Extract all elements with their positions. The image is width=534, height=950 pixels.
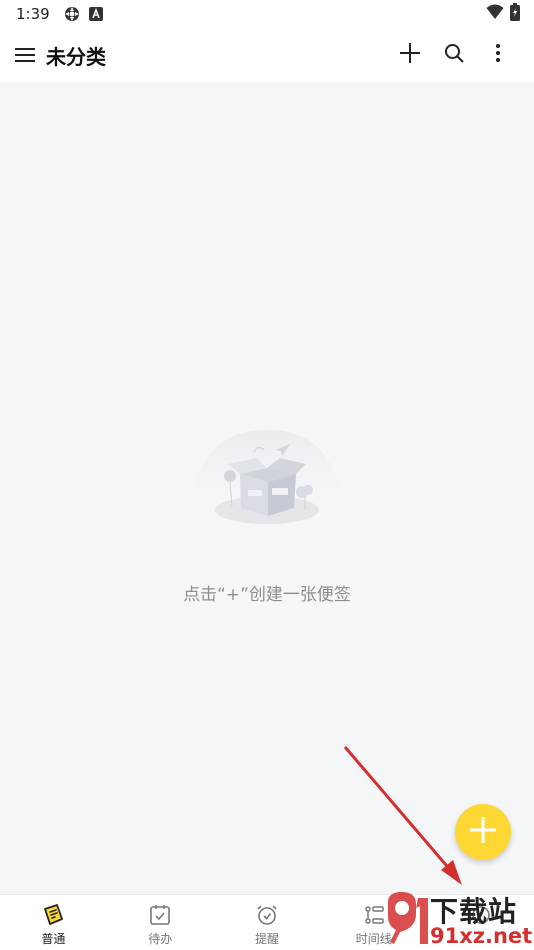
status-bar: 1:39 <box>0 0 534 28</box>
more-options-button[interactable] <box>476 33 520 77</box>
alarm-icon <box>254 902 280 928</box>
watermark-url: 91xz.net <box>430 924 533 948</box>
tab-label: 待办 <box>148 932 173 946</box>
tab-todo[interactable]: 待办 <box>107 895 214 950</box>
calendar-check-icon <box>147 902 173 928</box>
plus-icon <box>468 815 498 849</box>
tab-normal[interactable]: 普通 <box>0 895 107 950</box>
empty-state-message: 点击“+”创建一张便签 <box>183 585 351 605</box>
note-list-area[interactable]: 点击“+”创建一张便签 <box>0 82 534 894</box>
tab-label: 普通 <box>41 932 66 946</box>
a-badge-icon <box>88 6 104 22</box>
add-button[interactable] <box>388 33 432 77</box>
hamburger-icon[interactable] <box>14 44 36 66</box>
add-icon <box>400 43 420 67</box>
empty-box-illustration-icon <box>184 430 350 550</box>
wifi-icon <box>486 4 504 24</box>
battery-icon <box>510 3 520 25</box>
tab-label: 提醒 <box>254 932 279 946</box>
status-time: 1:39 <box>16 5 50 23</box>
create-note-fab[interactable] <box>455 804 511 860</box>
settings-icon <box>64 6 80 22</box>
tab-label: 时间线 <box>355 932 392 946</box>
tab-timeline[interactable]: 时间线 <box>320 895 427 950</box>
app-bar: 未分类 <box>0 28 534 82</box>
tab-reminder[interactable]: 提醒 <box>214 895 321 950</box>
search-button[interactable] <box>432 33 476 77</box>
search-icon <box>444 43 464 67</box>
page-title: 未分类 <box>46 44 106 69</box>
note-icon <box>40 902 66 928</box>
more-vert-icon <box>495 43 501 67</box>
timeline-icon <box>361 902 387 928</box>
